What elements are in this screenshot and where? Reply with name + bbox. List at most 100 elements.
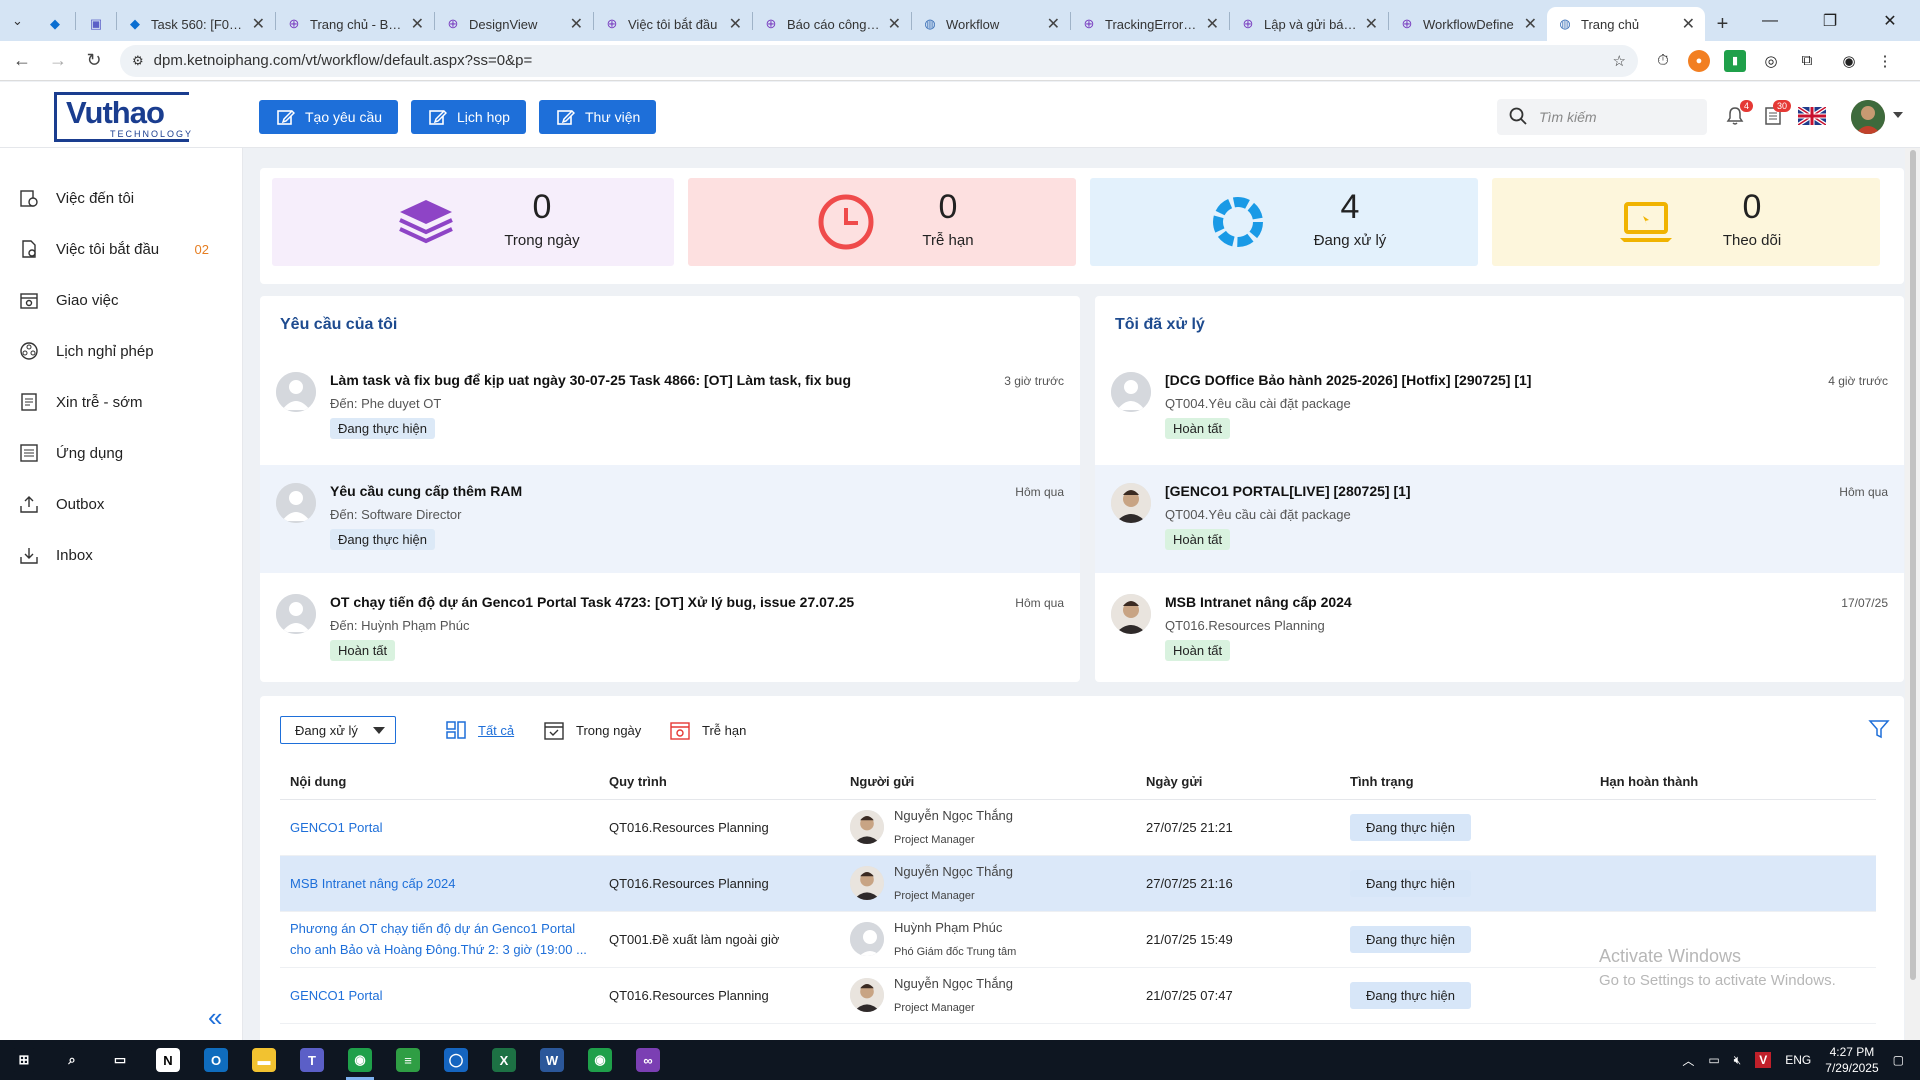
row-content-link[interactable]: GENCO1 Portal	[290, 988, 382, 1003]
request-item[interactable]: [DCG DOffice Bảo hành 2025-2026] [Hotfix…	[1095, 354, 1904, 462]
col-status[interactable]: Tình trạng	[1350, 774, 1414, 789]
request-title[interactable]: MSB Intranet nâng cấp 2024	[1165, 594, 1352, 610]
green-extension-icon[interactable]: ▮	[1724, 49, 1746, 72]
col-deadline[interactable]: Hạn hoàn thành	[1600, 774, 1698, 789]
row-status-badge[interactable]: Đang thực hiện	[1350, 982, 1471, 1009]
taskbar-excel-icon[interactable]: X	[480, 1040, 528, 1080]
row-status-badge[interactable]: Đang thực hiện	[1350, 814, 1471, 841]
taskbar-visual-studio-icon[interactable]: ∞	[624, 1040, 672, 1080]
create-request-button[interactable]: Tạo yêu cầu	[259, 100, 399, 134]
request-title[interactable]: OT chạy tiến độ dự án Genco1 Portal Task…	[330, 594, 854, 610]
status-dropdown[interactable]: Đang xử lý	[280, 716, 396, 744]
request-item[interactable]: MSB Intranet nâng cấp 2024 QT016.Resource…	[1095, 576, 1904, 684]
document-list-icon[interactable]: 30	[1761, 100, 1791, 128]
browser-menu-icon[interactable]: ⋮	[1874, 50, 1896, 72]
row-status-badge[interactable]: Đang thực hiện	[1350, 926, 1471, 953]
close-tab-icon[interactable]: ✕	[888, 14, 901, 34]
browser-tab[interactable]: ⊕ Báo cáo công tá ✕	[753, 7, 911, 41]
volume-icon[interactable]: 🔇︎	[1734, 1053, 1742, 1068]
request-item[interactable]: OT chạy tiến độ dự án Genco1 Portal Task…	[260, 576, 1080, 684]
filter-tab-all[interactable]: Tất cả	[446, 720, 514, 740]
sidebar-item-6[interactable]: Outbox	[0, 484, 243, 524]
clock[interactable]: 4:27 PM 7/29/2025	[1825, 1044, 1878, 1076]
close-tab-icon[interactable]: ✕	[1206, 14, 1219, 34]
taskbar-file-explorer-icon[interactable]: ▬	[240, 1040, 288, 1080]
sidebar-item-4[interactable]: Xin trễ - sớm	[0, 382, 243, 422]
taskbar-chat-icon[interactable]: ◯	[432, 1040, 480, 1080]
extensions-puzzle-icon[interactable]: ⧉	[1796, 50, 1818, 72]
taskbar-notepad-icon[interactable]: ≡	[384, 1040, 432, 1080]
request-item[interactable]: Yêu cầu cung cấp thêm RAM Đến: Software D…	[260, 465, 1080, 573]
row-content-link[interactable]: Phương án OT chạy tiến độ dự án Genco1 P…	[290, 921, 575, 936]
close-tab-icon[interactable]: ✕	[1365, 14, 1378, 34]
close-tab-icon[interactable]: ✕	[1524, 14, 1537, 34]
taskbar-chrome-icon[interactable]: ◉	[336, 1040, 384, 1080]
taskbar-search-icon[interactable]: ⌕	[48, 1040, 96, 1080]
user-avatar[interactable]	[1851, 100, 1885, 134]
forward-icon[interactable]: →	[40, 43, 76, 79]
browser-tab[interactable]: ⊕ Lập và gửi báo c ✕	[1230, 7, 1388, 41]
filter-tab-overdue[interactable]: Trễ hạn	[670, 720, 746, 740]
col-process[interactable]: Quy trình	[609, 774, 667, 789]
notification-center-icon[interactable]: ▢	[1893, 1053, 1904, 1067]
close-tab-icon[interactable]: ✕	[1682, 14, 1695, 34]
request-title[interactable]: Yêu cầu cung cấp thêm RAM	[330, 483, 522, 499]
page-scrollbar-thumb[interactable]	[1910, 150, 1916, 980]
library-button[interactable]: Thư viện	[539, 100, 657, 134]
taskbar-start-icon[interactable]: ⊞	[0, 1040, 48, 1080]
sidebar-item-0[interactable]: Việc đến tôi	[0, 178, 243, 218]
stat-follow-card[interactable]: 0 Theo dõi	[1492, 178, 1880, 266]
taskbar-teams-icon[interactable]: T	[288, 1040, 336, 1080]
sidebar-item-3[interactable]: Lịch nghỉ phép	[0, 331, 243, 371]
url-text[interactable]: dpm.ketnoiphang.com/vt/workflow/default.…	[154, 52, 1603, 69]
browser-tab[interactable]: ⊕ Việc tôi bắt đầu ✕	[594, 7, 752, 41]
omnibox[interactable]: ⚙ dpm.ketnoiphang.com/vt/workflow/defaul…	[120, 44, 1638, 77]
browser-tab[interactable]: ⊕ DesignView ✕	[435, 7, 593, 41]
taskbar-chrome-icon[interactable]: ◉	[576, 1040, 624, 1080]
col-date[interactable]: Ngày gửi	[1146, 774, 1202, 789]
taskbar-word-icon[interactable]: W	[528, 1040, 576, 1080]
browser-tab[interactable]: ⊕ WorkflowDefine ✕	[1389, 7, 1547, 41]
tray-chevron-up-icon[interactable]: ︿	[1682, 1052, 1694, 1069]
request-item[interactable]: Làm task và fix bug để kịp uat ngày 30-0…	[260, 354, 1080, 462]
col-content[interactable]: Nội dung	[290, 774, 346, 789]
request-title[interactable]: [GENCO1 PORTAL[LIVE] [280725] [1]	[1165, 483, 1411, 499]
timer-extension-icon[interactable]: ⏱	[1652, 50, 1674, 72]
close-tab-icon[interactable]: ✕	[729, 14, 742, 34]
close-tab-icon[interactable]: ✕	[252, 14, 265, 34]
row-content-link[interactable]: MSB Intranet nâng cấp 2024	[290, 876, 456, 891]
sidebar-item-7[interactable]: Inbox	[0, 535, 243, 575]
minimize-icon[interactable]: —	[1740, 0, 1800, 41]
col-sender[interactable]: Người gửi	[850, 774, 914, 789]
collapse-sidebar-icon[interactable]: «	[208, 1002, 222, 1033]
request-title[interactable]: [DCG DOffice Bảo hành 2025-2026] [Hotfix…	[1165, 372, 1531, 388]
taskbar-task-view-icon[interactable]: ▭	[96, 1040, 144, 1080]
browser-tab[interactable]: ◆	[35, 7, 75, 41]
request-item[interactable]: [GENCO1 PORTAL[LIVE] [280725] [1] QT004.Y…	[1095, 465, 1904, 573]
bookmark-star-icon[interactable]: ☆	[1613, 52, 1626, 70]
filter-tab-today[interactable]: Trong ngày	[544, 720, 641, 740]
site-info-icon[interactable]: ⚙	[132, 53, 144, 69]
stat-overdue-card[interactable]: 0 Trễ hạn	[688, 178, 1076, 266]
chrome-extension-icon[interactable]: ◎	[1760, 50, 1782, 72]
browser-tab[interactable]: ◆ Task 560: [F09.0 ✕	[117, 7, 275, 41]
profile-icon[interactable]: ◉	[1838, 50, 1860, 72]
browser-tab[interactable]: ⊕ Trang chủ - Ban ✕	[276, 7, 434, 41]
close-tab-icon[interactable]: ✕	[411, 14, 424, 34]
vietkey-icon[interactable]: V	[1755, 1052, 1772, 1068]
browser-tab[interactable]: ◍ Trang chủ ✕	[1547, 7, 1705, 41]
table-row[interactable]: GENCO1 Portal QT016.Resources Planning Ngu…	[280, 800, 1876, 856]
notification-bell-icon[interactable]: 4	[1723, 100, 1753, 128]
taskbar-notion-icon[interactable]: N	[144, 1040, 192, 1080]
tab-search-menu-icon[interactable]: ⌄	[0, 0, 35, 41]
sidebar-item-1[interactable]: Việc tôi bắt đầu 02	[0, 229, 243, 269]
restore-icon[interactable]: ❐	[1800, 0, 1860, 41]
browser-tab[interactable]: ⊕ TrackingError - T ✕	[1071, 7, 1229, 41]
new-tab-button[interactable]: +	[1705, 7, 1740, 41]
filter-icon[interactable]	[1868, 718, 1890, 740]
stat-processing-card[interactable]: 4 Đang xử lý	[1090, 178, 1478, 266]
row-content-link-line2[interactable]: cho anh Bảo và Hoàng Đông.Thứ 2: 3 giờ (…	[290, 942, 587, 957]
meeting-schedule-button[interactable]: Lịch họp	[411, 100, 526, 134]
language-indicator[interactable]: ENG	[1785, 1053, 1811, 1067]
uk-flag-icon[interactable]	[1797, 104, 1827, 128]
